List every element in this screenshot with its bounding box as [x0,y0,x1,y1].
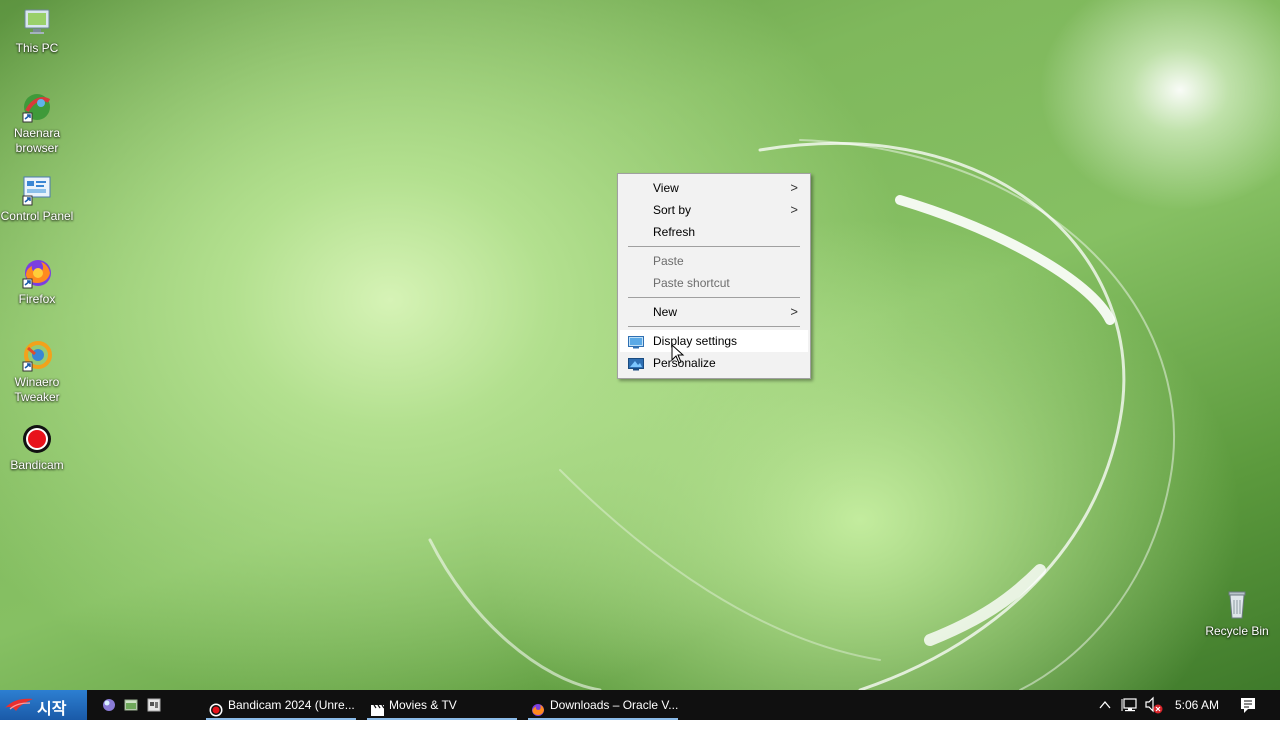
menu-item-label: Display settings [653,334,738,348]
menu-separator [628,246,800,247]
menu-item-label: View [653,181,679,195]
desktop[interactable]: This PC Naenara browser Control Panel Fi… [0,0,1280,690]
desktop-icon-label: Recycle Bin [1205,624,1269,638]
menu-item-new[interactable]: New > [620,301,808,323]
start-logo-icon [5,698,33,711]
desktop-icon-label: Bandicam [10,458,64,472]
chevron-right-icon: > [790,202,798,217]
notification-icon[interactable] [1239,690,1257,720]
menu-item-label: Refresh [653,225,696,239]
bandicam-icon [209,698,223,728]
desktop-icon-label: Control Panel [0,209,74,223]
desktop-icon-bandicam[interactable]: Bandicam [0,423,74,473]
menu-item-paste-shortcut: Paste shortcut [620,272,808,294]
menu-item-label: Sort by [653,203,692,217]
network-icon[interactable] [1121,690,1139,720]
bandicam-icon [21,423,53,455]
firefox-icon [531,698,545,728]
chevron-right-icon: > [790,304,798,319]
globe-icon[interactable] [102,698,116,712]
clock[interactable]: 5:06 AM [1175,690,1219,720]
menu-item-personalize[interactable]: Personalize [620,352,808,374]
personalize-icon [628,356,644,371]
recycle-bin-icon [1221,589,1253,621]
taskbar-button-label: Movies & TV [389,698,457,712]
desktop-icon-winaero-tweaker[interactable]: Winaero Tweaker [0,340,74,405]
desktop-icon-label: Firefox [18,292,56,306]
clapperboard-icon [370,698,385,728]
control-panel-icon [21,174,53,206]
desktop-icon-control-panel[interactable]: Control Panel [0,174,74,224]
menu-item-paste: Paste [620,250,808,272]
desktop-icon-this-pc[interactable]: This PC [0,6,74,56]
taskbar-button-movies-tv[interactable]: Movies & TV [367,690,517,720]
volume-muted-icon[interactable] [1144,690,1164,720]
display-settings-icon [628,334,644,349]
show-desktop-icon[interactable] [124,698,138,712]
desktop-icon-label: Naenara browser [13,126,61,155]
naenara-browser-icon [21,91,53,123]
taskbar-button-label: Bandicam 2024 (Unre... [228,698,355,712]
menu-item-label: Paste shortcut [653,276,730,290]
firefox-icon [21,257,53,289]
menu-item-view[interactable]: View > [620,177,808,199]
desktop-icon-naenara-browser[interactable]: Naenara browser [0,91,74,156]
desktop-context-menu: View > Sort by > Refresh Paste Paste sho… [617,173,811,379]
menu-item-sort-by[interactable]: Sort by > [620,199,808,221]
menu-item-label: New [653,305,678,319]
menu-item-refresh[interactable]: Refresh [620,221,808,243]
menu-separator [628,326,800,327]
menu-separator [628,297,800,298]
desktop-icon-recycle-bin[interactable]: Recycle Bin [1200,589,1274,639]
start-label: 시작 [37,701,67,718]
desktop-icon-label: This PC [15,41,59,55]
menu-item-display-settings[interactable]: Display settings [620,330,808,352]
monitor-icon [21,6,53,38]
mouse-pointer-icon [671,343,685,369]
desktop-icon-label: Winaero Tweaker [14,375,60,404]
taskbar-button-label: Downloads – Oracle V... [550,698,679,712]
taskbar-button-bandicam[interactable]: Bandicam 2024 (Unre... [206,690,356,720]
window-switcher-icon[interactable] [147,698,161,712]
start-button[interactable]: 시작 [0,690,87,720]
chevron-up-icon[interactable] [1099,690,1111,720]
desktop-icon-firefox[interactable]: Firefox [0,257,74,307]
taskbar: 시작 Bandicam 2024 (Unre... Movies & TV Do… [0,690,1280,720]
menu-item-label: Paste [653,254,684,268]
taskbar-button-firefox-downloads[interactable]: Downloads – Oracle V... [528,690,678,720]
chevron-right-icon: > [790,180,798,195]
winaero-tweaker-icon [21,340,53,372]
